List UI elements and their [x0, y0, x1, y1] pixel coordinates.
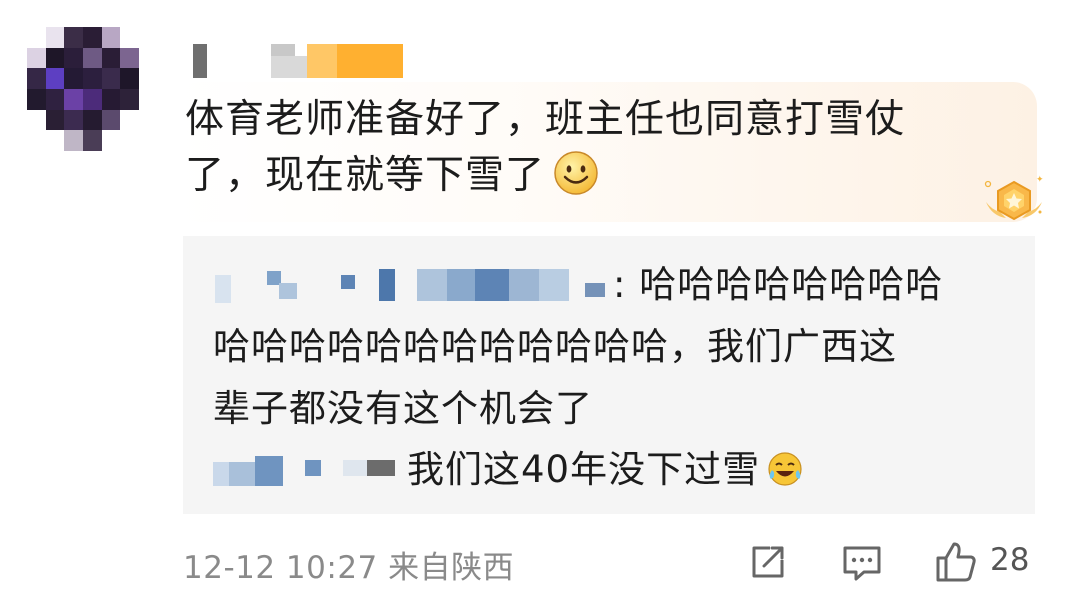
smile-emoji-icon: [554, 151, 598, 195]
sub-reply-username-masked[interactable]: [213, 454, 407, 488]
avatar[interactable]: [27, 27, 139, 151]
sub-reply: 我们这40年没下过雪: [213, 442, 1013, 498]
reply-line-1: : 哈哈哈哈哈哈哈哈: [613, 263, 944, 306]
comment-timestamp-location: 12-12 10:27 来自陕西: [183, 550, 515, 586]
username-masked[interactable]: [193, 44, 413, 78]
reply-line-2: 哈哈哈哈哈哈哈哈哈哈哈哈，我们广西这: [213, 325, 897, 368]
reply-username-masked[interactable]: [213, 269, 613, 303]
comment-icon[interactable]: [840, 540, 884, 584]
comment-body: 体育老师准备好了，班主任也同意打雪仗 了，现在就等下雪了: [185, 92, 975, 204]
reply-body: : 哈哈哈哈哈哈哈哈 哈哈哈哈哈哈哈哈哈哈哈哈，我们广西这 辈子都没有这个机会了: [213, 254, 1003, 440]
comment-line-2: 了，现在就等下雪了: [185, 153, 546, 198]
thumbs-up-icon[interactable]: [934, 540, 978, 584]
share-icon[interactable]: [746, 540, 790, 584]
laugh-cry-emoji-icon: [768, 452, 802, 486]
reply-box[interactable]: : 哈哈哈哈哈哈哈哈 哈哈哈哈哈哈哈哈哈哈哈哈，我们广西这 辈子都没有这个机会了…: [183, 236, 1035, 514]
medal-badge-icon[interactable]: ✦: [978, 172, 1050, 232]
svg-text:✦: ✦: [1036, 175, 1044, 185]
comment-line-1: 体育老师准备好了，班主任也同意打雪仗: [185, 97, 906, 142]
reply-line-3: 辈子都没有这个机会了: [213, 387, 593, 430]
sub-reply-text: 我们这40年没下过雪: [407, 448, 761, 491]
like-count: 28: [990, 542, 1030, 578]
